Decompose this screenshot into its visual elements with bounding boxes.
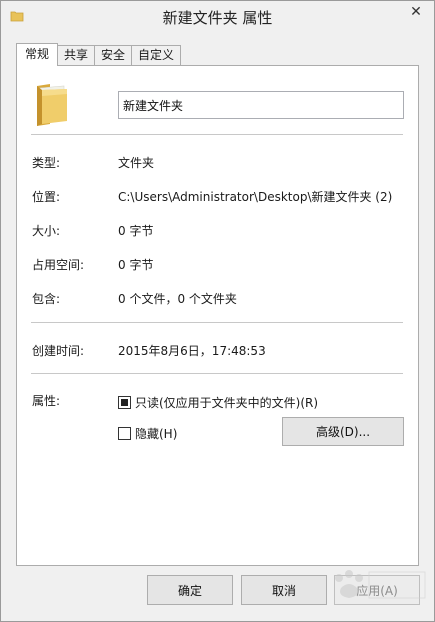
properties-dialog: 新建文件夹 属性 ✕ 常规 共享 安全 自定义 类型: 文件夹 位置: C:\U… (0, 0, 435, 622)
large-folder-icon (37, 84, 67, 126)
apply-button[interactable]: 应用(A) (334, 575, 420, 605)
size-value: 0 字节 (118, 224, 154, 238)
cancel-button[interactable]: 取消 (241, 575, 327, 605)
type-value: 文件夹 (118, 156, 155, 170)
contains-value: 0 个文件，0 个文件夹 (118, 292, 237, 306)
title-bar: 新建文件夹 属性 ✕ (1, 1, 434, 32)
readonly-label: 只读(仅应用于文件夹中的文件)(R) (135, 396, 319, 410)
hidden-checkbox[interactable] (118, 427, 131, 440)
type-label: 类型: (32, 156, 61, 170)
general-panel: 类型: 文件夹 位置: C:\Users\Administrator\Deskt… (16, 65, 419, 566)
tab-bar: 常规 共享 安全 自定义 (16, 43, 182, 66)
window-title: 新建文件夹 属性 (162, 9, 273, 27)
advanced-button[interactable]: 高级(D)... (282, 417, 404, 446)
contains-label: 包含: (32, 292, 61, 306)
tab-general[interactable]: 常规 (16, 43, 59, 66)
tab-security[interactable]: 安全 (94, 45, 133, 65)
ok-button[interactable]: 确定 (147, 575, 233, 605)
hidden-label: 隐藏(H) (135, 427, 178, 441)
size-on-disk-value: 0 字节 (118, 258, 154, 272)
size-on-disk-label: 占用空间: (32, 258, 85, 272)
close-icon: ✕ (410, 4, 422, 20)
readonly-checkbox[interactable] (118, 396, 131, 409)
created-label: 创建时间: (32, 344, 85, 358)
location-value: C:\Users\Administrator\Desktop\新建文件夹 (2) (118, 190, 393, 204)
tab-customize[interactable]: 自定义 (131, 45, 182, 65)
folder-name-input[interactable] (118, 91, 404, 119)
hidden-checkbox-row[interactable]: 隐藏(H) (118, 425, 177, 442)
divider (31, 134, 403, 135)
divider (31, 373, 403, 374)
tab-sharing[interactable]: 共享 (57, 45, 96, 65)
divider (31, 322, 403, 323)
size-label: 大小: (32, 224, 61, 238)
attributes-label: 属性: (32, 394, 61, 408)
created-value: 2015年8月6日，17:48:53 (118, 344, 266, 358)
location-label: 位置: (32, 190, 61, 204)
close-button[interactable]: ✕ (403, 2, 429, 22)
readonly-checkbox-row[interactable]: 只读(仅应用于文件夹中的文件)(R) (118, 394, 318, 411)
